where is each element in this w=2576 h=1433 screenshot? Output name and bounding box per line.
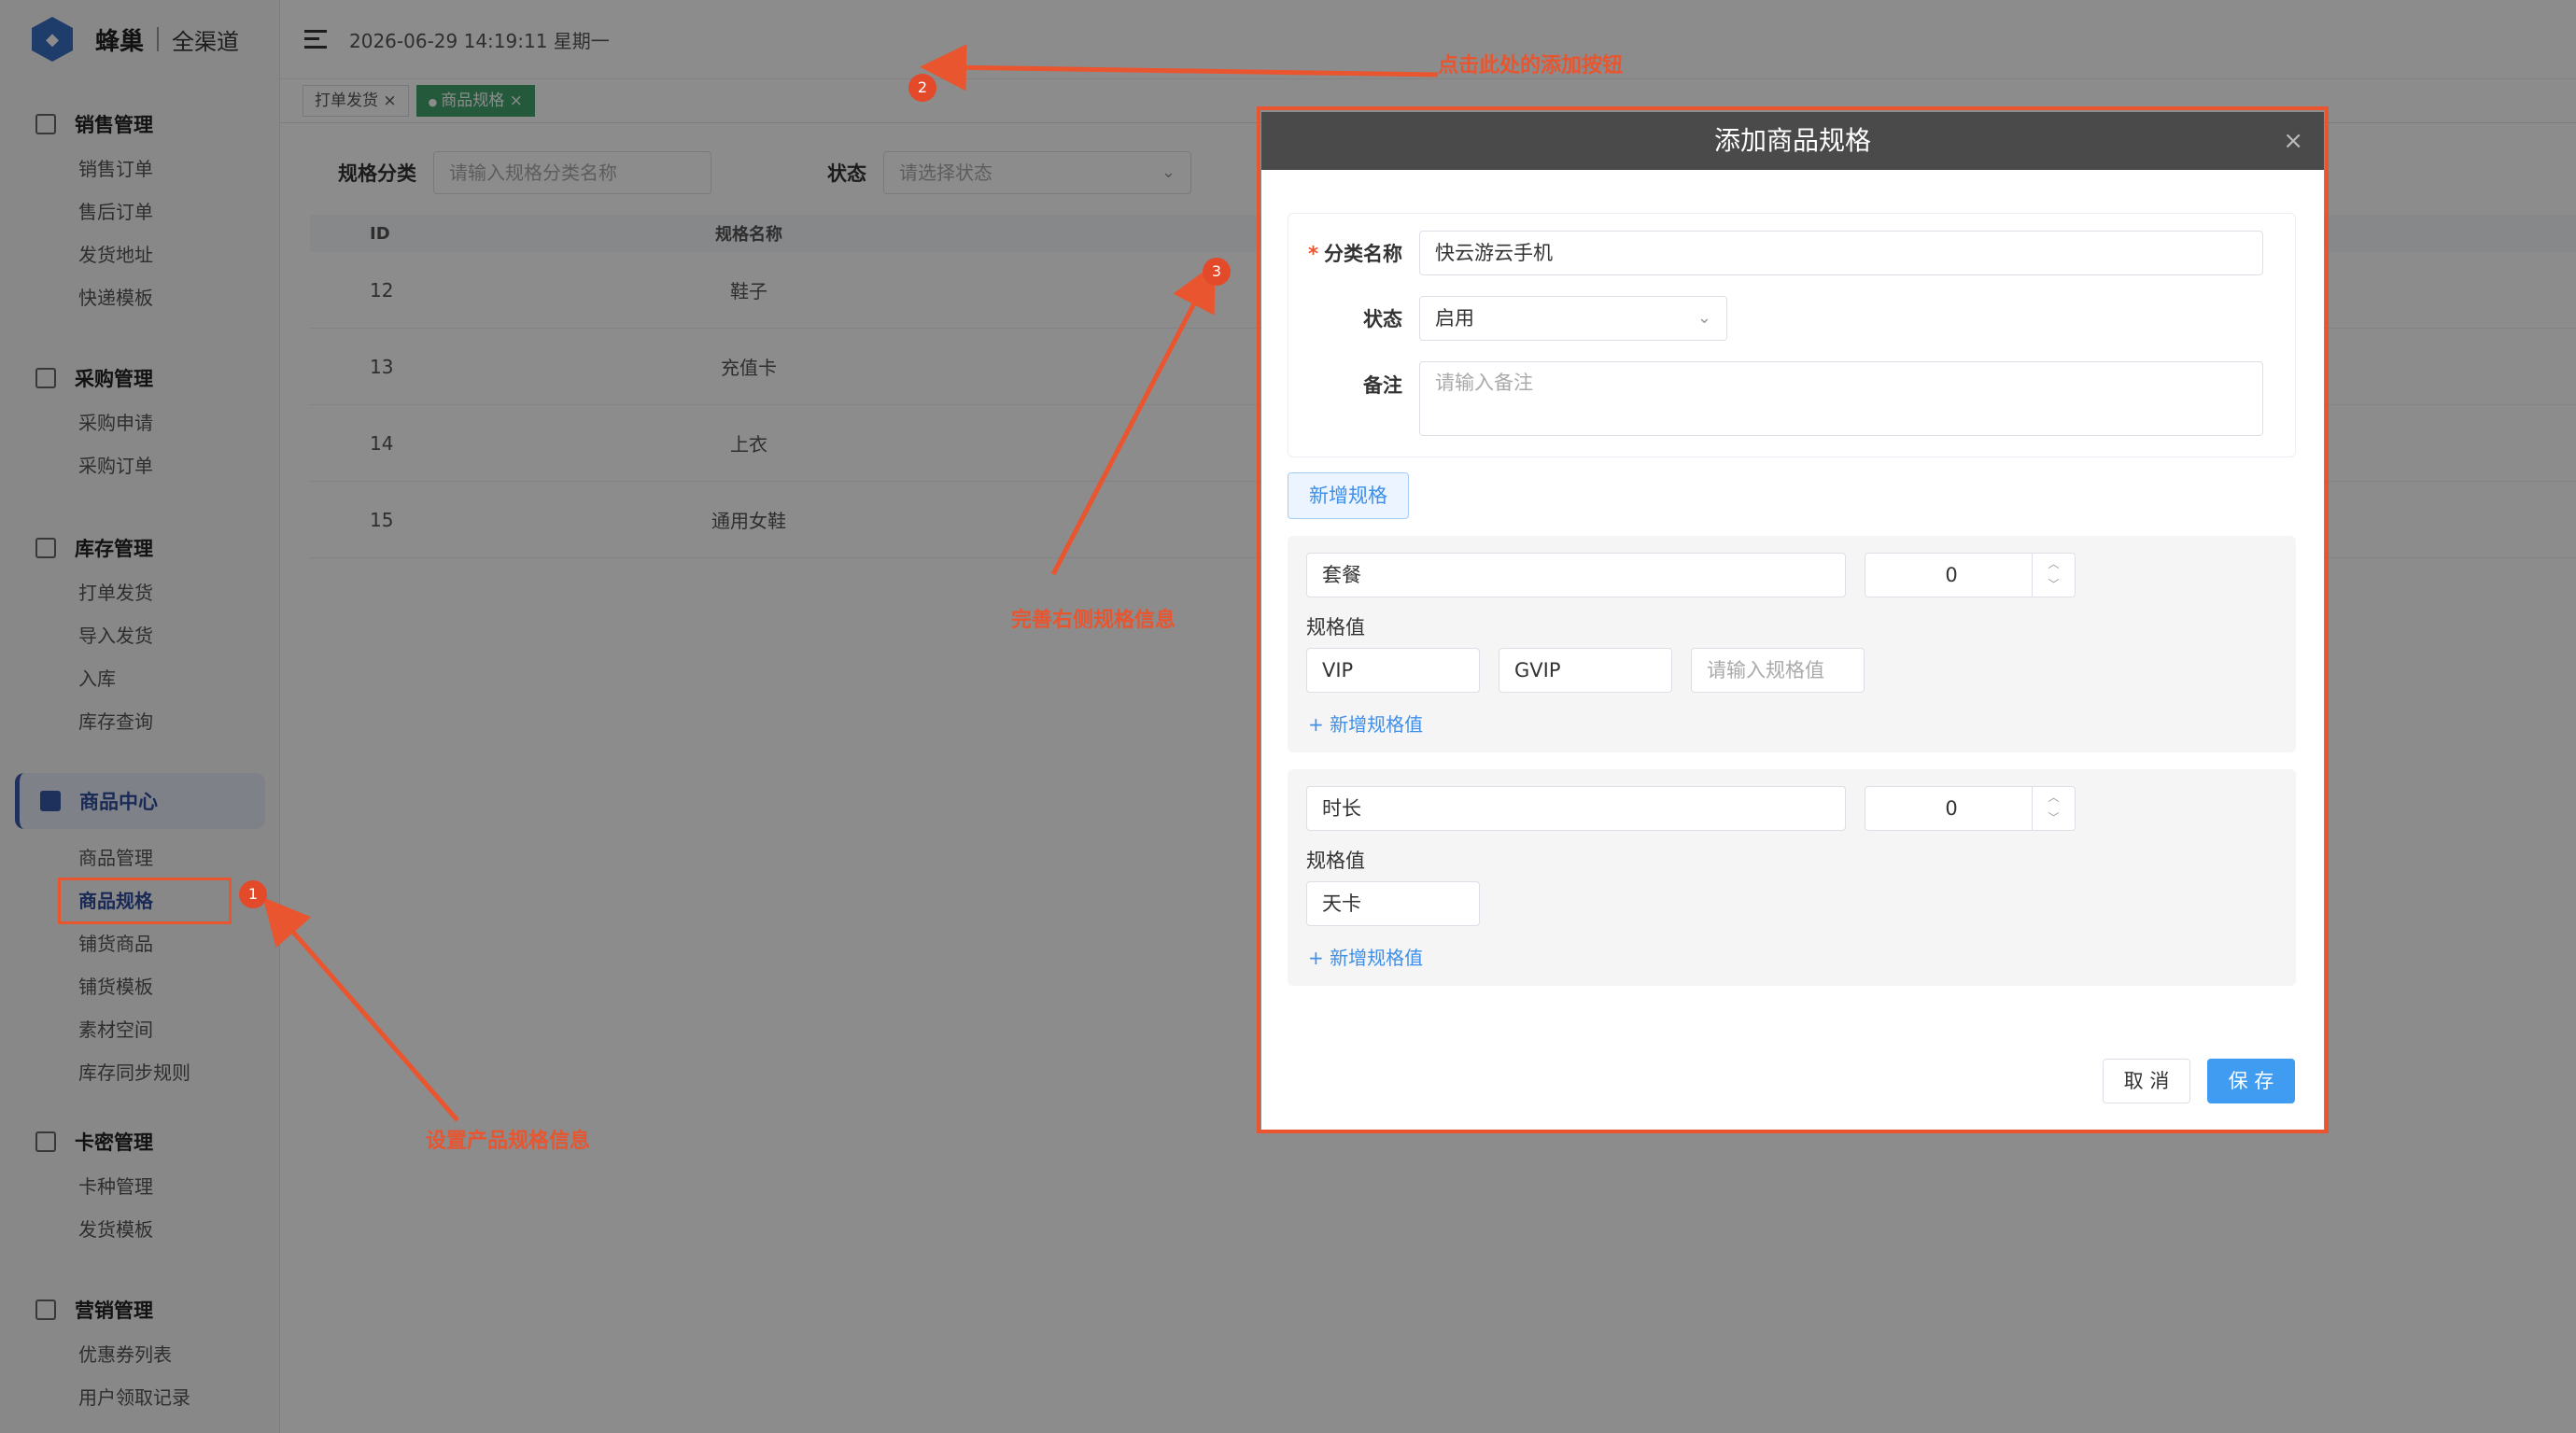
step-badge-2: 2: [908, 74, 936, 102]
annotation-arrows: [262, 44, 1439, 1122]
annotation-step3-text: 完善右侧规格信息: [1011, 609, 1176, 632]
step-badge-1: 1: [239, 880, 267, 908]
arrow-step2: [920, 44, 1439, 91]
arrow-step1: [262, 897, 459, 1122]
step-badge-3: 3: [1203, 258, 1231, 286]
annotation-step2-text: 点击此处的添加按钮: [1438, 54, 1624, 77]
annotation-step1-text: 设置产品规格信息: [426, 1130, 591, 1153]
arrow-step3: [1050, 262, 1216, 576]
